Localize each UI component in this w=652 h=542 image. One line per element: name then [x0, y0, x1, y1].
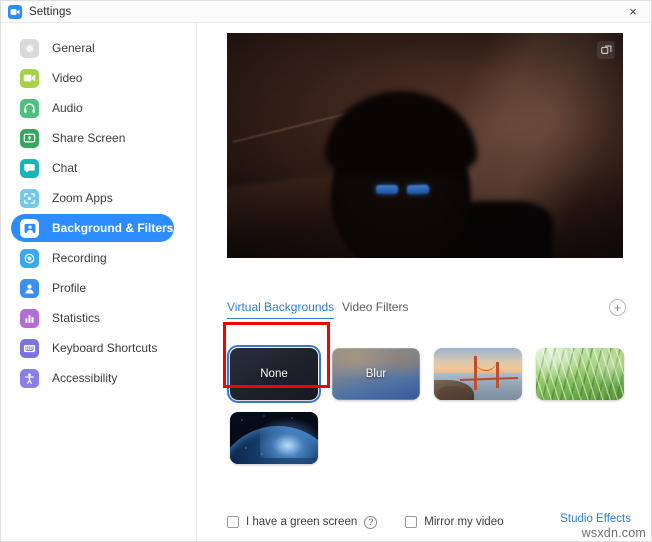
tab-video-filters[interactable]: Video Filters [342, 300, 408, 318]
tab-virtual-backgrounds[interactable]: Virtual Backgrounds [227, 300, 335, 319]
record-icon [20, 248, 39, 268]
green-screen-checkbox[interactable]: I have a green screen [227, 516, 357, 528]
gear-icon [20, 38, 39, 58]
background-thumb-none[interactable]: None [226, 344, 322, 404]
studio-effects-link[interactable]: Studio Effects [560, 513, 631, 525]
accessibility-icon [20, 368, 39, 388]
sidebar-item-label: Recording [52, 251, 107, 265]
help-icon[interactable]: ? [364, 515, 378, 529]
bridge-tower-left [474, 356, 477, 390]
sidebar-item-label: Keyboard Shortcuts [52, 341, 158, 355]
sidebar-item-accessibility[interactable]: Accessibility [11, 364, 174, 392]
sidebar-item-recording[interactable]: Recording [11, 244, 174, 272]
sidebar-item-background-and-filters[interactable]: Background & Filters [11, 214, 174, 242]
sidebar-item-label: Zoom Apps [52, 191, 113, 205]
person-frame-icon [20, 218, 39, 238]
sidebar-item-label: Chat [52, 161, 78, 175]
mirror-video-checkbox[interactable]: Mirror my video [405, 516, 503, 528]
preview-vignette [227, 33, 623, 258]
grass-highlight [536, 348, 624, 400]
sidebar-item-label: Share Screen [52, 131, 126, 145]
sidebar-item-zoom-apps[interactable]: Zoom Apps [11, 184, 174, 212]
zoom-camera-icon [8, 4, 22, 19]
add-background-button[interactable]: + [609, 299, 626, 316]
thumb-label: None [260, 368, 288, 380]
sidebar-item-label: Accessibility [52, 371, 118, 385]
window-title: Settings [29, 5, 72, 18]
thumb-image [230, 412, 318, 464]
thumb-label: Blur [365, 368, 387, 380]
sidebar-item-label: General [52, 41, 95, 55]
bridge-tower-right [496, 362, 499, 388]
sidebar-item-label: Profile [52, 281, 87, 295]
sidebar-item-label: Statistics [52, 311, 101, 325]
pop-out-video-icon[interactable] [597, 41, 615, 59]
background-tabs: Virtual Backgrounds Video Filters + [227, 299, 626, 324]
settings-sidebar: General Video Audio Share Screen Chat Zo… [1, 23, 197, 541]
checkbox-box[interactable] [227, 516, 239, 528]
earth-sun-flare [260, 416, 318, 458]
sidebar-item-audio[interactable]: Audio [11, 94, 174, 122]
bar-chart-icon [20, 308, 39, 328]
background-thumb-bridge[interactable] [434, 348, 522, 400]
sidebar-item-profile[interactable]: Profile [11, 274, 174, 302]
mirror-video-label: Mirror my video [424, 516, 504, 528]
sidebar-item-chat[interactable]: Chat [11, 154, 174, 182]
bridge-headland-shade [438, 386, 468, 400]
sidebar-item-label: Video [52, 71, 83, 85]
sidebar-item-video[interactable]: Video [11, 64, 174, 92]
watermark: wsxdn.com [581, 526, 646, 540]
thumb-image [536, 348, 624, 400]
sidebar-item-label: Background & Filters [52, 221, 174, 235]
zoom-apps-icon [20, 188, 39, 208]
sidebar-item-general[interactable]: General [11, 34, 174, 62]
profile-icon [20, 278, 39, 298]
headphones-icon [20, 98, 39, 118]
keyboard-icon [20, 338, 39, 358]
background-thumb-grass[interactable] [536, 348, 624, 400]
video-preview [227, 33, 623, 258]
camera-icon [20, 68, 39, 88]
settings-content: Virtual Backgrounds Video Filters + None… [198, 23, 651, 541]
checkbox-box[interactable] [405, 516, 418, 528]
sidebar-item-keyboard-shortcuts[interactable]: Keyboard Shortcuts [11, 334, 174, 362]
chat-bubble-icon [20, 158, 39, 178]
thumb-image [434, 348, 522, 400]
close-icon[interactable]: × [613, 1, 651, 22]
sidebar-item-share-screen[interactable]: Share Screen [11, 124, 174, 152]
share-screen-icon [20, 128, 39, 148]
background-options-bar: I have a green screen ? Mirror my video … [227, 511, 631, 533]
sidebar-item-statistics[interactable]: Statistics [11, 304, 174, 332]
background-thumb-blur[interactable]: Blur [332, 348, 420, 400]
title-bar: Settings × [1, 1, 651, 23]
sidebar-item-label: Audio [52, 101, 83, 115]
settings-window: Settings × General Video Audio Share Scr… [0, 0, 652, 542]
background-thumb-earth[interactable] [230, 412, 318, 464]
green-screen-label: I have a green screen [246, 516, 358, 528]
background-thumbnail-grid: None Blur [226, 344, 630, 464]
